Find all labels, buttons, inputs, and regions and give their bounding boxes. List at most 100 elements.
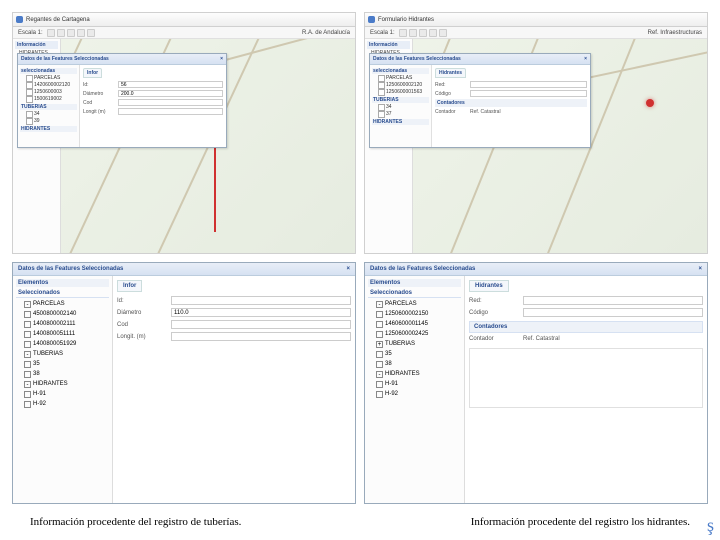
tree-group[interactable]: seleccionadas [372, 68, 429, 74]
tree-leaf[interactable]: 1420600002120 [20, 82, 77, 89]
map-window-tuberias: Regantes de Cartagena Escala 1: R.A. de … [12, 12, 356, 254]
tree-leaf[interactable]: 1400800051929 [16, 339, 109, 349]
diameter-input[interactable]: 200.0 [118, 90, 223, 97]
feature-form: Hidrantes Red: Código Contadores Contado… [465, 276, 707, 503]
tree-leaf[interactable]: H-92 [368, 389, 461, 399]
item-icon [376, 361, 383, 368]
code-input[interactable] [118, 99, 223, 106]
toolbar: Escala 1: Ref. Infraestructuras [365, 27, 707, 39]
tree-leaf[interactable]: PARCELAS [372, 75, 429, 82]
zoom-in-button[interactable] [399, 29, 407, 37]
item-icon [376, 381, 383, 388]
collapse-icon[interactable]: - [24, 351, 31, 358]
tree-leaf[interactable]: 35 [368, 349, 461, 359]
tree-group[interactable]: -HIDRANTES [16, 379, 109, 389]
context-label: R.A. de Andalucía [300, 30, 352, 36]
length-input[interactable] [118, 108, 223, 115]
tree-group[interactable]: +TUBERIAS [368, 339, 461, 349]
item-icon [24, 391, 31, 398]
tree-leaf[interactable]: 1400800002111 [16, 319, 109, 329]
field-label: Diámetro [83, 91, 115, 97]
sidebar-header: Información [367, 41, 410, 49]
codigo-input[interactable] [523, 308, 703, 317]
pan-button[interactable] [419, 29, 427, 37]
field-label: Contador [469, 336, 519, 342]
id-input[interactable] [171, 296, 351, 305]
pan-button[interactable] [67, 29, 75, 37]
close-icon[interactable]: × [584, 56, 587, 62]
tree-group[interactable]: TUBERIAS [20, 104, 77, 110]
field-label: Diámetro [117, 310, 167, 316]
tree-subheader: Seleccionados [368, 289, 461, 298]
close-icon[interactable]: × [698, 266, 702, 272]
collapse-icon[interactable]: - [376, 371, 383, 378]
panel-title: Datos de las Features Seleccionadas [373, 56, 461, 62]
tree-group[interactable]: seleccionadas [20, 68, 77, 74]
toolbar: Escala 1: R.A. de Andalucía [13, 27, 355, 39]
id-input[interactable]: 56 [118, 81, 223, 88]
form-tab[interactable]: Infor [117, 280, 142, 292]
zoom-in-button[interactable] [47, 29, 55, 37]
item-icon [376, 321, 383, 328]
window-title: Formulario Hidrantes [378, 17, 434, 23]
world-button[interactable] [439, 29, 447, 37]
tree-leaf[interactable]: H-91 [368, 379, 461, 389]
codigo-input[interactable] [470, 90, 587, 97]
tree-leaf[interactable]: 37 [372, 111, 429, 118]
close-icon[interactable]: × [220, 56, 223, 62]
diameter-input[interactable]: 110.0 [171, 308, 351, 317]
tree-leaf[interactable]: 35 [16, 359, 109, 369]
feature-form: Hidrantes Red: Código Contadores Contado… [432, 65, 590, 147]
tree-leaf[interactable]: 34 [20, 111, 77, 118]
panel-title: Datos de las Features Seleccionadas [370, 266, 475, 272]
expand-icon[interactable]: + [376, 341, 383, 348]
collapse-icon[interactable]: - [376, 301, 383, 308]
field-label: Red: [435, 82, 467, 88]
tree-leaf[interactable]: 4500800002140 [16, 309, 109, 319]
close-icon[interactable]: × [346, 266, 350, 272]
tree-group[interactable]: -PARCELAS [16, 299, 109, 309]
form-tab[interactable]: Infor [83, 68, 102, 78]
select-button[interactable] [77, 29, 85, 37]
red-input[interactable] [470, 81, 587, 88]
form-tab[interactable]: Hidrantes [435, 68, 466, 78]
item-icon [24, 341, 31, 348]
field-label: Longit. (m) [117, 334, 167, 340]
tree-leaf[interactable]: 38 [368, 359, 461, 369]
tree-leaf[interactable]: 1250600002150 [368, 309, 461, 319]
tree-leaf[interactable]: PARCELAS [20, 75, 77, 82]
form-tab[interactable]: Hidrantes [469, 280, 509, 292]
tree-leaf[interactable]: 1400800051111 [16, 329, 109, 339]
length-input[interactable] [171, 332, 351, 341]
context-label: Ref. Infraestructuras [646, 30, 704, 36]
code-input[interactable] [171, 320, 351, 329]
tree-group[interactable]: TUBERIAS [372, 97, 429, 103]
collapse-icon[interactable]: - [24, 381, 31, 388]
tree-group[interactable]: HIDRANTES [372, 119, 429, 125]
tree-leaf[interactable]: H-92 [16, 399, 109, 409]
tree-leaf[interactable]: 38 [16, 369, 109, 379]
item-icon [24, 311, 31, 318]
tree-leaf[interactable]: 34 [372, 104, 429, 111]
tree-group[interactable]: HIDRANTES [20, 126, 77, 132]
item-icon [24, 361, 31, 368]
tree-leaf[interactable]: H-91 [16, 389, 109, 399]
zoom-out-button[interactable] [409, 29, 417, 37]
tree-group[interactable]: -HIDRANTES [368, 369, 461, 379]
tree-leaf[interactable]: 1460600001145 [368, 319, 461, 329]
window-titlebar: Formulario Hidrantes [365, 13, 707, 27]
info-button[interactable] [87, 29, 95, 37]
collapse-icon[interactable]: - [24, 301, 31, 308]
zoom-out-button[interactable] [57, 29, 65, 37]
tree-leaf[interactable]: 1250600002425 [368, 329, 461, 339]
field-label: Red: [469, 298, 519, 304]
tree-leaf[interactable]: 1500619002 [20, 96, 77, 103]
tree-leaf[interactable]: 1250600002120 [372, 82, 429, 89]
refresh-button[interactable] [429, 29, 437, 37]
tree-leaf[interactable]: 1250600003 [20, 89, 77, 96]
tree-leaf[interactable]: 1250600001563 [372, 89, 429, 96]
tree-group[interactable]: -PARCELAS [368, 299, 461, 309]
red-input[interactable] [523, 296, 703, 305]
tree-group[interactable]: -TUBERIAS [16, 349, 109, 359]
tree-leaf[interactable]: 39 [20, 118, 77, 125]
